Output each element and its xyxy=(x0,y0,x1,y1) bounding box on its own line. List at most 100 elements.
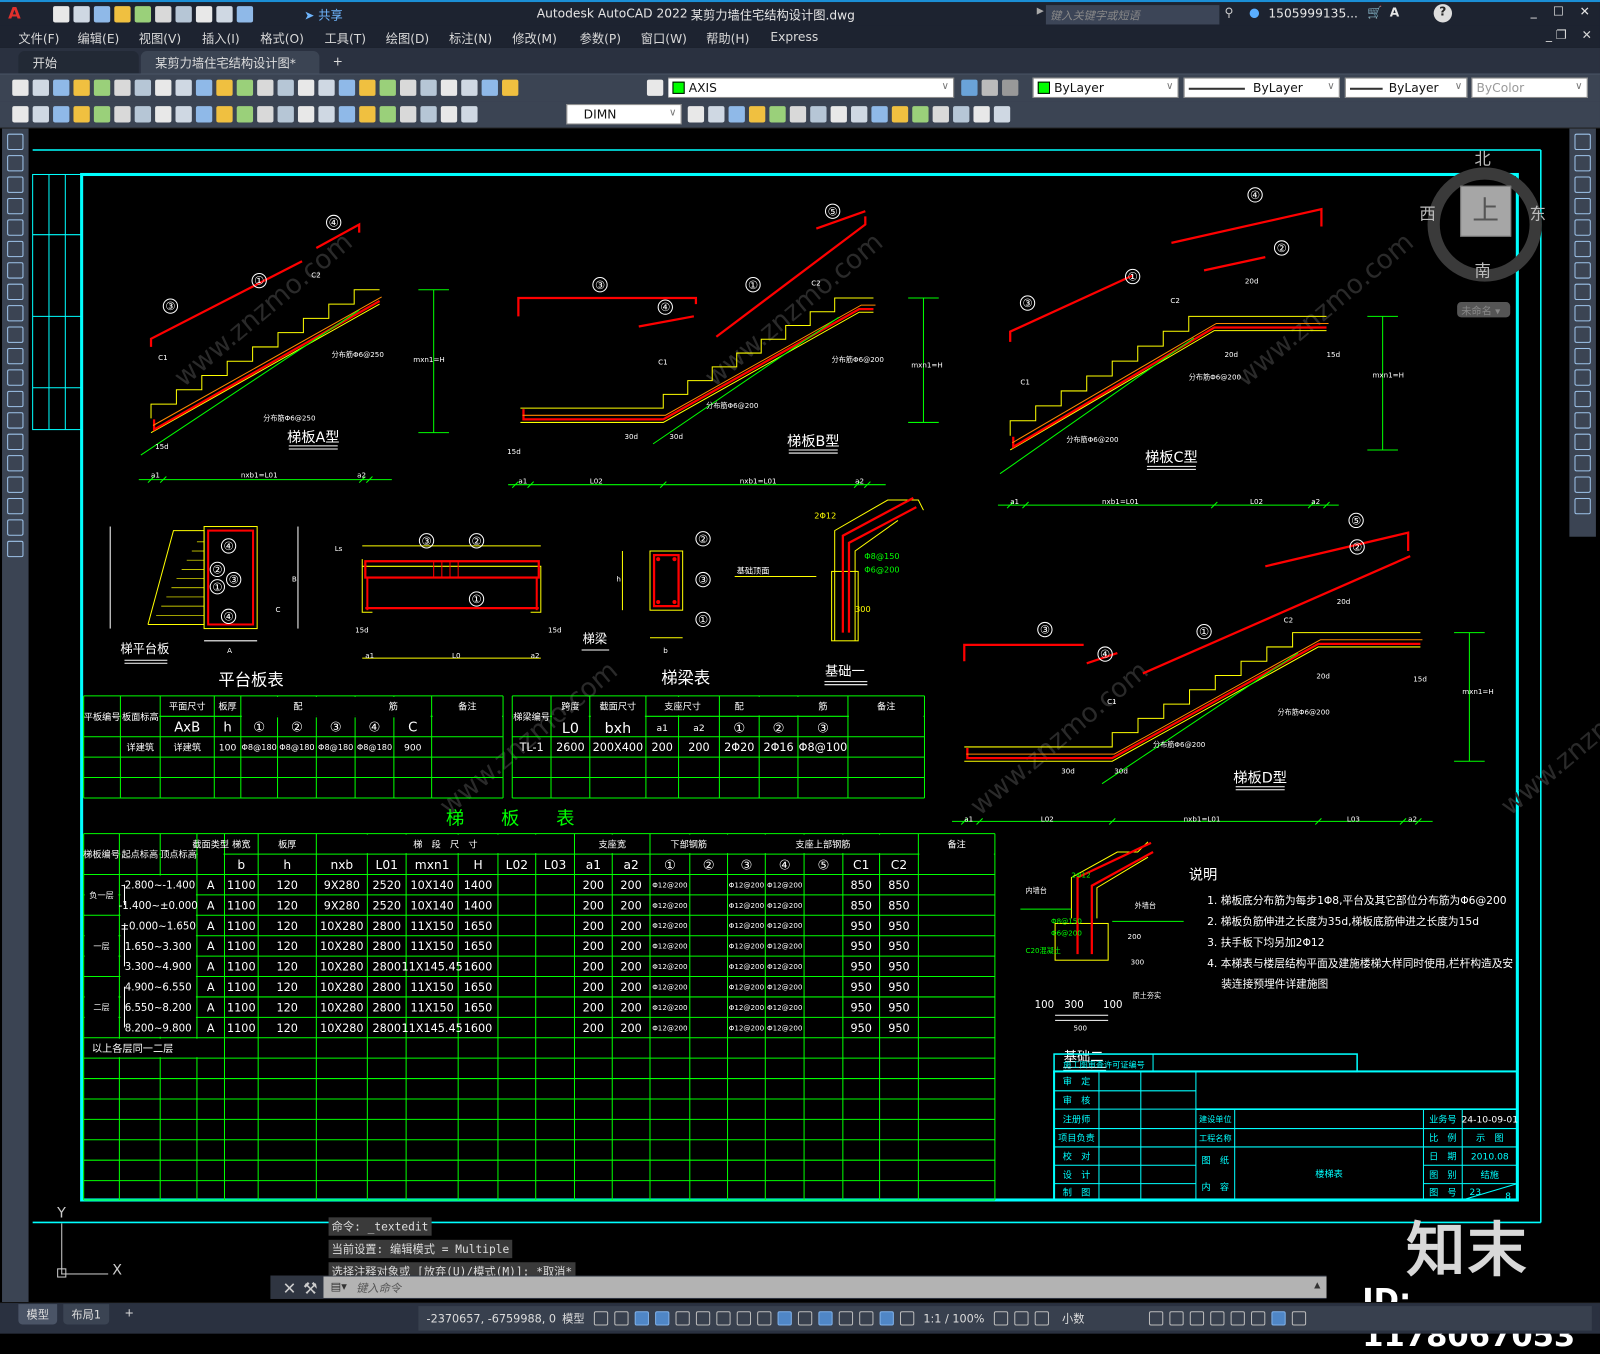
dim-edit-icon[interactable] xyxy=(420,106,437,123)
dim-text-edit-icon[interactable] xyxy=(440,106,458,123)
sheet-set-icon[interactable] xyxy=(440,79,458,96)
preview-icon[interactable] xyxy=(93,79,111,96)
zoom-window-icon[interactable] xyxy=(338,79,356,96)
union-icon[interactable] xyxy=(708,106,725,123)
status-toggle-icon[interactable] xyxy=(1271,1311,1286,1326)
status-toggle-icon[interactable] xyxy=(879,1311,894,1326)
dim-jogged-icon[interactable] xyxy=(175,106,192,123)
break-icon[interactable] xyxy=(1574,390,1591,408)
cart-icon[interactable]: 🛒 xyxy=(1367,5,1382,19)
menu-6[interactable]: 绘图(D) xyxy=(386,30,429,47)
status-toggle-icon[interactable] xyxy=(1189,1311,1204,1326)
rotate-3d-icon[interactable] xyxy=(810,106,827,123)
status-toggle-icon[interactable] xyxy=(1148,1311,1164,1326)
construction-line-icon[interactable] xyxy=(7,155,24,172)
slice-icon[interactable] xyxy=(871,106,888,123)
status-toggle-icon[interactable] xyxy=(1169,1311,1184,1326)
menu-12[interactable]: Express xyxy=(770,30,818,44)
stretch-icon[interactable] xyxy=(1574,305,1591,322)
command-input[interactable]: 键入命令 xyxy=(323,1276,1327,1298)
rectangle-icon[interactable] xyxy=(7,219,24,236)
menu-1[interactable]: 编辑(E) xyxy=(78,30,120,47)
make-block-icon[interactable] xyxy=(7,390,24,408)
dim-angular-icon[interactable] xyxy=(216,106,233,123)
calculator-icon[interactable] xyxy=(481,79,498,96)
autodesk-a360-icon[interactable]: A xyxy=(1390,5,1399,19)
fillet-icon[interactable] xyxy=(1574,455,1591,472)
markup-icon[interactable] xyxy=(461,79,478,96)
tab-model[interactable]: 模型 xyxy=(18,1304,58,1325)
status-toggle-icon[interactable] xyxy=(736,1311,751,1326)
status-toggle-icon[interactable] xyxy=(993,1311,1008,1326)
paste-icon[interactable] xyxy=(195,79,213,96)
publish-icon[interactable] xyxy=(134,6,152,23)
join-icon[interactable] xyxy=(1574,412,1591,429)
shell-icon[interactable] xyxy=(912,106,929,123)
menu-4[interactable]: 格式(O) xyxy=(260,30,304,47)
annotation-scale[interactable]: 1:1 / 100% xyxy=(923,1312,984,1325)
new-tab-button[interactable]: + xyxy=(324,51,351,73)
user-name[interactable]: 1505999135... xyxy=(1268,6,1358,20)
menu-9[interactable]: 参数(P) xyxy=(580,30,621,47)
spline-icon[interactable] xyxy=(7,305,24,322)
status-toggle-icon[interactable] xyxy=(1230,1311,1245,1326)
recent-commands-icon[interactable]: ▤▾ xyxy=(331,1280,347,1293)
units-dropdown[interactable]: 小数 xyxy=(1062,1310,1084,1326)
move-icon[interactable] xyxy=(1574,240,1591,258)
inspect-icon[interactable] xyxy=(379,106,396,123)
eraser-icon[interactable] xyxy=(53,106,70,123)
status-toggle-icon[interactable] xyxy=(614,1311,629,1326)
plotstyle-dropdown[interactable]: ByColor ∨ xyxy=(1471,77,1588,98)
status-toggle-icon[interactable] xyxy=(695,1311,711,1326)
match-properties-icon[interactable] xyxy=(216,79,233,96)
status-toggle-icon[interactable] xyxy=(777,1311,792,1326)
add-layout-button[interactable]: + xyxy=(116,1304,142,1324)
polygon-icon[interactable] xyxy=(7,197,24,215)
redo-icon[interactable] xyxy=(277,79,294,96)
center-mark-icon[interactable] xyxy=(359,106,376,123)
dim-update-icon[interactable] xyxy=(461,106,478,123)
close-button[interactable]: ✕ xyxy=(1580,4,1590,18)
tab-drawing[interactable]: 某剪力墙住宅结构设计图* ✕ xyxy=(140,51,320,86)
copy-icon[interactable] xyxy=(175,79,192,96)
multiline-text-icon[interactable] xyxy=(7,519,24,536)
status-toggle-icon[interactable] xyxy=(797,1311,813,1326)
circle-icon[interactable] xyxy=(7,262,24,279)
polyline-icon[interactable] xyxy=(7,176,24,193)
break-at-point-icon[interactable] xyxy=(1574,369,1591,386)
share-phone-icon[interactable] xyxy=(155,6,172,23)
status-toggle-icon[interactable] xyxy=(859,1311,874,1326)
extrude-icon[interactable] xyxy=(687,106,705,123)
customize-command-icon[interactable]: ⚒ xyxy=(303,1279,318,1298)
linetype-dropdown[interactable]: ByLayer ∨ xyxy=(1183,77,1340,98)
close-command-icon[interactable]: ✕ xyxy=(283,1279,297,1298)
line-icon[interactable] xyxy=(7,133,24,150)
tolerance-icon[interactable] xyxy=(338,106,356,123)
save-icon[interactable] xyxy=(53,79,70,96)
plot-icon[interactable] xyxy=(175,6,192,23)
align-3d-icon[interactable] xyxy=(830,106,847,123)
blend-icon[interactable] xyxy=(1574,476,1591,493)
menu-8[interactable]: 修改(M) xyxy=(512,30,557,47)
menu-5[interactable]: 工具(T) xyxy=(324,30,366,47)
zoom-realtime-icon[interactable] xyxy=(318,79,335,96)
copy-icon[interactable] xyxy=(1574,155,1591,172)
point-icon[interactable] xyxy=(7,412,24,429)
dim-space-icon[interactable] xyxy=(297,106,315,123)
layer-dropdown[interactable]: AXIS ∨ xyxy=(668,77,955,98)
explode-icon[interactable] xyxy=(1574,497,1591,515)
help-icon[interactable]: ? xyxy=(1433,4,1453,23)
rotate-icon[interactable] xyxy=(1574,262,1591,279)
presspull-icon[interactable] xyxy=(769,106,786,123)
doc-close-button[interactable]: ✕ xyxy=(1582,28,1592,42)
dim-aligned-icon[interactable] xyxy=(93,106,111,123)
table-icon[interactable] xyxy=(7,497,24,515)
ellipse-icon[interactable] xyxy=(7,326,24,343)
open-icon[interactable] xyxy=(73,6,90,23)
status-toggle-icon[interactable] xyxy=(1014,1311,1029,1326)
redo-icon[interactable] xyxy=(216,6,233,23)
status-toggle-icon[interactable] xyxy=(1291,1311,1306,1326)
dimstyle-dropdown[interactable]: DIMN ∨ xyxy=(566,104,682,125)
dim-break-icon[interactable] xyxy=(318,106,335,123)
array-icon[interactable] xyxy=(1574,219,1591,236)
